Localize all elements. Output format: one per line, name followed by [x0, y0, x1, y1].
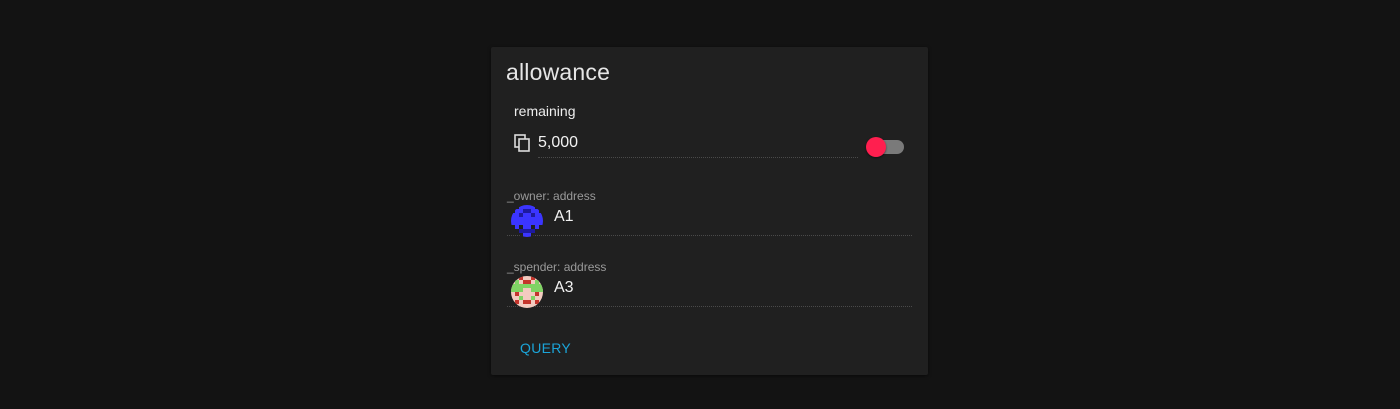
spender-value: A3 [554, 279, 574, 296]
copy-icon[interactable] [514, 134, 530, 152]
toggle-thumb [866, 137, 886, 157]
display-toggle[interactable] [866, 137, 906, 157]
spender-label: _spender: address [507, 260, 607, 274]
owner-value: A1 [554, 208, 574, 225]
result-label: remaining [514, 103, 576, 119]
function-title: allowance [506, 59, 611, 85]
owner-label: _owner: address [507, 189, 596, 203]
function-card: allowance remaining 5,000 _owner: addres… [491, 47, 928, 375]
result-value: 5,000 [538, 133, 858, 158]
identicon-avatar [511, 276, 543, 308]
query-button[interactable]: QUERY [507, 334, 584, 362]
owner-input[interactable]: A1 [507, 203, 912, 237]
identicon-avatar [511, 205, 543, 237]
spender-input[interactable]: A3 [507, 274, 912, 308]
